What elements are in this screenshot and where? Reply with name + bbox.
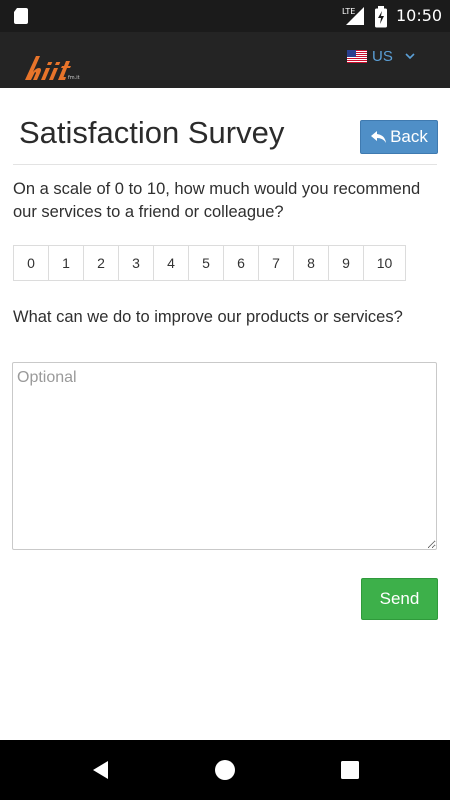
rating-option-10[interactable]: 10 [364,246,405,280]
rating-option-9[interactable]: 9 [329,246,364,280]
hiit-logo[interactable]: fm.it [22,52,82,82]
nav-back-button[interactable] [70,740,130,800]
rating-option-3[interactable]: 3 [119,246,154,280]
system-nav-bar [0,740,450,800]
back-button[interactable]: Back [360,120,438,154]
rating-option-2[interactable]: 2 [84,246,119,280]
rating-option-6[interactable]: 6 [224,246,259,280]
rating-option-1[interactable]: 1 [49,246,84,280]
recommend-question: On a scale of 0 to 10, how much would yo… [13,180,421,221]
improve-question: What can we do to improve our products o… [13,308,403,326]
back-triangle-icon [93,761,108,779]
lte-signal-icon: LTE [342,7,364,25]
svg-text:fm.it: fm.it [68,75,80,81]
recents-square-icon [341,761,359,779]
us-flag-icon [347,49,367,63]
home-circle-icon [215,760,235,780]
svg-text:LTE: LTE [342,7,355,16]
rating-option-0[interactable]: 0 [14,246,49,280]
page-title: Satisfaction Survey [19,115,285,150]
locale-selector[interactable]: US [347,46,415,66]
nav-home-button[interactable] [195,740,255,800]
sd-card-icon [14,8,28,24]
battery-charging-icon [375,6,387,28]
app-header: fm.it US [0,32,450,88]
rating-scale: 0 1 2 3 4 5 6 7 8 9 10 [13,245,406,281]
rating-option-7[interactable]: 7 [259,246,294,280]
status-bar: LTE 10:50 [0,0,450,32]
send-button[interactable]: Send [361,578,438,620]
comments-textarea[interactable] [12,362,437,550]
back-label: Back [390,127,428,146]
nav-recents-button[interactable] [320,740,380,800]
divider [13,164,437,165]
rating-option-8[interactable]: 8 [294,246,329,280]
reply-arrow-icon [371,130,387,143]
rating-option-5[interactable]: 5 [189,246,224,280]
clock: 10:50 [396,6,443,25]
rating-option-4[interactable]: 4 [154,246,189,280]
locale-label: US [372,47,393,65]
chevron-down-icon [405,52,415,59]
